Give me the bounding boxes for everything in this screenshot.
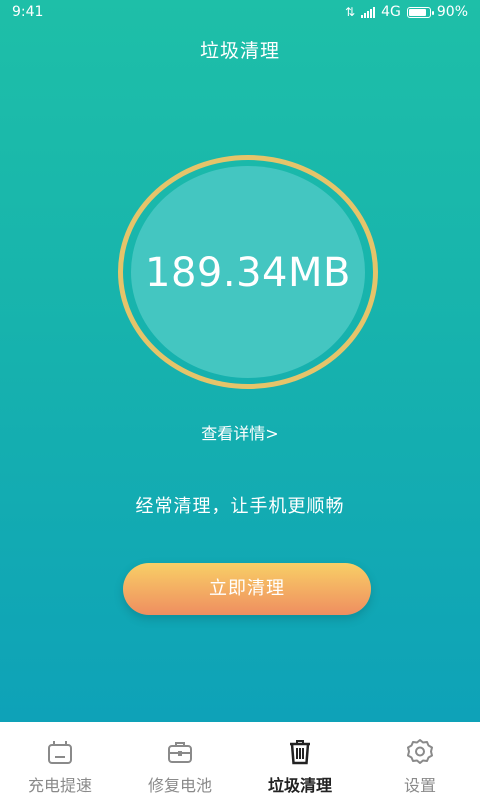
bottom-nav: 充电提速 修复电池 垃圾清理 设置 (0, 722, 480, 800)
page-title: 垃圾清理 (199, 40, 280, 62)
data-transfer-icon: ⇅ (345, 5, 356, 19)
tab-junk-clean[interactable]: 垃圾清理 (240, 722, 360, 800)
status-indicators: ⇅ 4G 90% (345, 4, 468, 20)
signal-icon (361, 6, 376, 18)
charger-icon (48, 741, 72, 764)
tab-label: 充电提速 (27, 776, 92, 795)
main-screen: 9:41 ⇅ 4G 90% 垃圾清理 189.34MB 查看详情> 经常清理，让… (0, 0, 480, 722)
gear-icon (407, 739, 433, 764)
view-details-link[interactable]: 查看详情> (0, 420, 480, 444)
tab-label: 垃圾清理 (267, 776, 332, 795)
status-time: 9:41 (12, 4, 44, 20)
battery-percent: 90% (436, 4, 468, 20)
tab-settings[interactable]: 设置 (360, 722, 480, 800)
status-bar: 9:41 ⇅ 4G 90% (0, 0, 480, 26)
battery-icon (406, 6, 434, 18)
junk-size-value: 189.34MB (145, 250, 351, 296)
tab-label: 设置 (403, 776, 436, 795)
tab-repair-battery[interactable]: 修复电池 (120, 722, 240, 800)
network-type: 4G (381, 4, 401, 20)
tab-label: 修复电池 (147, 776, 212, 795)
tab-charge-speedup[interactable]: 充电提速 (0, 722, 120, 800)
clean-now-button[interactable]: 立即清理 (123, 563, 371, 615)
trash-icon (290, 740, 310, 765)
toolbox-icon (168, 742, 192, 763)
clean-tip: 经常清理，让手机更顺畅 (135, 496, 345, 517)
